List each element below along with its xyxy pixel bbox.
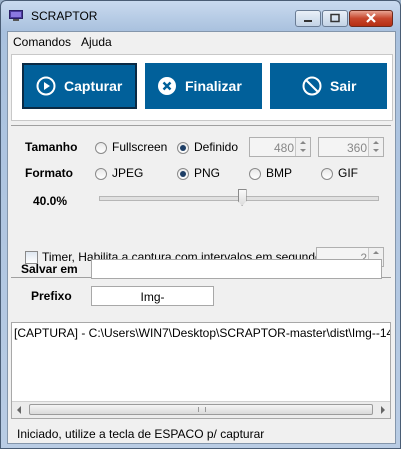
radio-jpeg[interactable] (95, 168, 107, 180)
app-monitor-icon (9, 10, 23, 21)
fullscreen-label: Fullscreen (112, 140, 168, 154)
radio-definido[interactable] (177, 142, 189, 154)
bmp-label: BMP (266, 166, 293, 180)
close-window-button[interactable] (349, 10, 393, 27)
height-spinner[interactable]: 360 (318, 137, 384, 157)
formato-label: Formato (25, 166, 73, 180)
action-button-panel: Capturar Finalizar Sair (11, 54, 393, 121)
radio-bmp[interactable] (249, 168, 261, 180)
play-circle-icon (36, 76, 56, 96)
minimize-button[interactable] (295, 10, 321, 27)
jpeg-label: JPEG (112, 166, 144, 180)
menu-ajuda[interactable]: Ajuda (81, 35, 112, 49)
log-line: [CAPTURA] - C:\Users\WIN7\Desktop\SCRAPT… (14, 326, 391, 340)
status-text: Iniciado, utilize a tecla de ESPACO p/ c… (17, 427, 265, 441)
sair-label: Sair (330, 78, 357, 94)
tamanho-label: Tamanho (25, 140, 78, 154)
capturar-label: Capturar (64, 78, 123, 94)
salvar-em-input[interactable] (91, 259, 382, 279)
sair-button[interactable]: Sair (270, 63, 387, 109)
no-entry-icon (302, 76, 322, 96)
height-spin-arrows[interactable] (368, 138, 383, 156)
capturar-button[interactable]: Capturar (22, 63, 137, 109)
radio-gif[interactable] (321, 168, 333, 180)
menu-bar: Comandos Ajuda (8, 32, 395, 52)
log-area[interactable]: [CAPTURA] - C:\Users\WIN7\Desktop\SCRAPT… (11, 322, 391, 419)
radio-fullscreen[interactable] (95, 142, 107, 154)
width-value: 480 (273, 141, 294, 155)
menu-comandos[interactable]: Comandos (13, 35, 71, 49)
scrollbar-thumb[interactable] (29, 404, 373, 415)
prefixo-label: Prefixo (31, 289, 72, 303)
prefixo-input[interactable]: Img- (91, 286, 214, 306)
grip-icon (198, 407, 206, 412)
window-title: SCRAPTOR (31, 9, 98, 23)
maximize-icon (330, 13, 340, 23)
prefixo-value: Img- (140, 290, 165, 304)
title-bar[interactable]: SCRAPTOR (1, 1, 400, 31)
quality-label: 40.0% (33, 194, 68, 208)
close-icon (366, 13, 376, 23)
definido-label: Definido (194, 140, 239, 154)
separator (11, 125, 391, 126)
width-spinner[interactable]: 480 (249, 137, 311, 157)
horizontal-scrollbar[interactable] (12, 401, 390, 418)
scroll-right-icon[interactable] (381, 406, 385, 414)
status-bar: Iniciado, utilize a tecla de ESPACO p/ c… (8, 425, 395, 443)
client-area: Comandos Ajuda Capturar Finalizar Sair T… (7, 31, 396, 444)
height-value: 360 (346, 141, 367, 155)
finalizar-label: Finalizar (185, 78, 242, 94)
gif-label: GIF (338, 166, 358, 180)
close-circle-icon (158, 77, 176, 95)
quality-slider-thumb[interactable] (237, 189, 247, 206)
maximize-button[interactable] (322, 10, 348, 27)
png-label: PNG (194, 166, 221, 180)
width-spin-arrows[interactable] (295, 138, 310, 156)
app-window: SCRAPTOR Comandos Ajuda Capturar Finaliz… (0, 0, 401, 449)
salvar-em-label: Salvar em (21, 262, 78, 276)
scroll-left-icon[interactable] (17, 406, 21, 414)
radio-png[interactable] (177, 168, 189, 180)
finalizar-button[interactable]: Finalizar (145, 63, 262, 109)
minimize-icon (304, 20, 312, 22)
